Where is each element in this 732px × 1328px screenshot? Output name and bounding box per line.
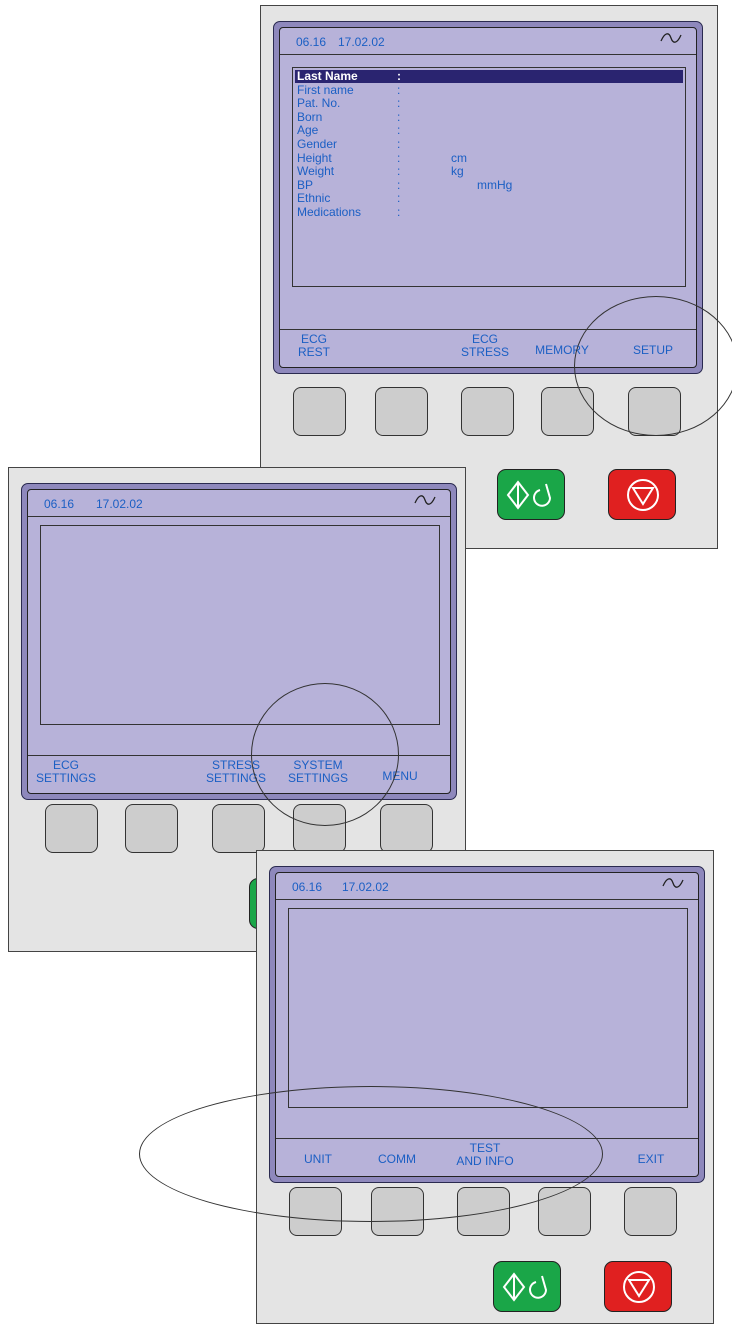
patient-field-row[interactable]: Age: (295, 124, 683, 137)
patient-field-label: Gender (297, 137, 338, 151)
clock-date: 17.02.02 (342, 880, 389, 894)
start-button[interactable] (497, 469, 565, 520)
patient-field-colon: : (397, 69, 401, 83)
patient-field-colon: : (397, 191, 401, 206)
patient-field-unit: cm (451, 150, 467, 165)
softkey-5-exit[interactable] (624, 1187, 677, 1236)
patient-field-label: BP (297, 177, 314, 192)
softkey-5-menu[interactable] (380, 804, 433, 853)
highlight-ellipse-setup (574, 296, 732, 436)
menu-content-area (40, 525, 440, 725)
clock-time: 06.16 (292, 880, 323, 894)
tilde-icon (414, 495, 436, 505)
patient-field-row[interactable]: Height: cm (295, 150, 683, 165)
patient-field-unit: kg (451, 164, 464, 179)
softkey-label-ecg-settings: ECG SETTINGS (35, 758, 96, 785)
patient-field-label: Medications (297, 205, 362, 219)
patient-field-label: Height (297, 150, 332, 165)
highlight-ellipse-system-softkeys (139, 1086, 603, 1222)
patient-field-colon: : (397, 123, 401, 138)
softkey-label-exit: EXIT (637, 1152, 665, 1166)
patient-field-label: Ethnic (297, 191, 331, 206)
start-diamond-icon (506, 480, 552, 510)
patient-field-label: Age (297, 123, 319, 138)
softkey-2[interactable] (125, 804, 178, 853)
patient-field-label: Weight (297, 164, 335, 179)
patient-data-area: Last Name: First name: Pat. No.: Born: Age: G… (292, 67, 686, 287)
softkey-1[interactable] (45, 804, 98, 853)
clock-date: 17.02.02 (338, 35, 385, 49)
softkey-1[interactable] (293, 387, 346, 436)
clock-time: 06.16 (296, 35, 327, 49)
patient-field-label: Born (297, 109, 323, 124)
patient-field-colon: : (397, 109, 401, 124)
patient-field-row[interactable]: Pat. No.: (295, 97, 683, 110)
softkey-3[interactable] (461, 387, 514, 436)
patient-field-colon: : (397, 164, 401, 179)
softkey-3[interactable] (212, 804, 265, 853)
patient-field-row[interactable]: Weight: kg (295, 165, 683, 178)
patient-field-label: First name (297, 82, 354, 97)
patient-field-colon: : (397, 150, 401, 165)
patient-field-row[interactable]: Medications: (295, 206, 683, 219)
patient-field-row[interactable]: Last Name: (295, 70, 683, 83)
start-button[interactable] (493, 1261, 561, 1312)
clock-time: 06.16 (44, 497, 75, 511)
patient-field-colon: : (397, 137, 401, 151)
status-bar: 06.16 17.02.02 (276, 873, 698, 900)
tilde-icon (662, 878, 684, 888)
highlight-ellipse-system-settings (251, 683, 399, 826)
clock-date: 17.02.02 (96, 497, 143, 511)
patient-field-row[interactable]: BP: mmHg (295, 177, 683, 192)
patient-field-row[interactable]: Gender: (295, 138, 683, 151)
patient-field-label: Last Name (297, 69, 358, 83)
softkey-2[interactable] (375, 387, 428, 436)
status-bar: 06.16 17.02.02 (280, 28, 696, 55)
stop-button[interactable] (604, 1261, 672, 1312)
stop-triangle-icon (627, 479, 659, 511)
patient-field-colon: : (397, 177, 401, 192)
stop-button[interactable] (608, 469, 676, 520)
patient-field-colon: : (397, 82, 401, 97)
patient-field-row[interactable]: Ethnic: (295, 192, 683, 205)
softkey-label-ecg-stress: ECG STRESS (460, 332, 509, 359)
menu-content-area (288, 908, 688, 1108)
tilde-icon (660, 33, 682, 43)
status-bar: 06.16 17.02.02 (28, 490, 450, 517)
patient-field-colon: : (397, 96, 401, 111)
start-diamond-icon (502, 1272, 548, 1302)
patient-field-unit: mmHg (477, 177, 513, 192)
stop-triangle-icon (623, 1271, 655, 1303)
patient-field-colon: : (397, 205, 401, 219)
patient-field-row[interactable]: Born: (295, 109, 683, 124)
patient-field-row[interactable]: First name: (295, 82, 683, 97)
softkey-label-ecg-rest: ECG REST (297, 332, 330, 359)
patient-field-label: Pat. No. (297, 96, 341, 111)
